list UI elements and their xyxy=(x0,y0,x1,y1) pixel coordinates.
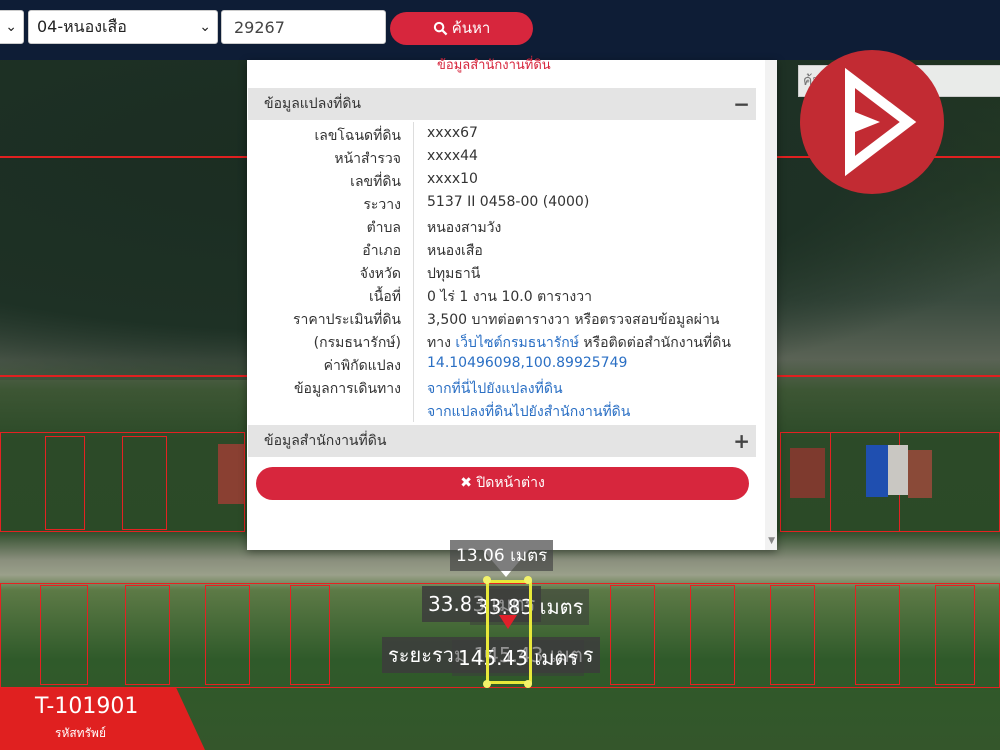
info-row: เลขที่ดิน xxxx10 xyxy=(247,171,757,194)
land-info-popup: ข้อมูลสำนักงานที่ดิน ▼ ข้อมูลแปลงที่ดิน … xyxy=(247,58,777,550)
building-roof xyxy=(888,445,908,495)
row-label: ข้อมูลการเดินทาง xyxy=(293,381,401,397)
brand-logo-icon xyxy=(800,50,944,194)
info-row: ข้อมูลการเดินทาง จากที่นี่ไปยังแปลงที่ดิน xyxy=(247,378,757,401)
row-value: หนองเสือ xyxy=(427,243,483,259)
row-label: เลขโฉนดที่ดิน xyxy=(314,128,401,144)
row-value: ทาง เว็บไซต์กรมธนารักษ์ หรือติดต่อสำนักง… xyxy=(427,332,731,354)
land-parcel xyxy=(690,585,735,685)
search-button[interactable]: ค้นหา xyxy=(390,12,533,45)
info-row: จังหวัด ปทุมธานี xyxy=(247,263,757,286)
info-row: ระวาง 5137 II 0458-00 (4000) xyxy=(247,194,757,217)
land-parcel xyxy=(40,585,88,685)
search-icon xyxy=(433,21,448,36)
building-roof xyxy=(908,450,932,498)
row-value: ปทุมธานี xyxy=(427,266,481,282)
subdistrict-select-value: 04-หนองเสือ xyxy=(37,17,127,36)
row-value: หนองสามวัง xyxy=(427,220,502,236)
subdistrict-select[interactable]: 04-หนองเสือ ⌄ xyxy=(28,10,218,44)
popup-top-partial-text: ข้อมูลสำนักงานที่ดิน xyxy=(437,58,551,73)
search-button-label: ค้นหา xyxy=(451,19,491,37)
measurement-label: 13.06 เมตร xyxy=(450,540,554,571)
parcel-vertex xyxy=(524,576,532,584)
plus-icon[interactable]: + xyxy=(733,425,750,457)
row-value-text: ทาง xyxy=(427,335,456,351)
info-row: (กรมธนารักษ์) ทาง เว็บไซต์กรมธนารักษ์ หรื… xyxy=(247,332,757,355)
deed-number-input[interactable] xyxy=(221,10,386,44)
parcel-vertex xyxy=(483,576,491,584)
info-row: ค่าพิกัดแปลง 14.10496098,100.89925749 xyxy=(247,355,757,378)
row-label: ตำบล xyxy=(366,220,401,236)
row-label: เนื้อที่ xyxy=(369,289,401,305)
info-row: เลขโฉนดที่ดิน xxxx67 xyxy=(247,125,757,148)
office-section-title: ข้อมูลสำนักงานที่ดิน xyxy=(264,433,387,449)
row-value: 0 ไร่ 1 งาน 10.0 ตารางวา xyxy=(427,289,592,305)
chevron-down-icon: ⌄ xyxy=(199,19,211,35)
land-parcel xyxy=(610,585,655,685)
building-roof xyxy=(866,445,888,497)
land-parcel xyxy=(205,585,250,685)
row-label: ระวาง xyxy=(363,197,401,213)
scroll-down-icon[interactable]: ▼ xyxy=(768,536,775,546)
building-roof xyxy=(218,444,244,504)
close-window-label: ปิดหน้าต่าง xyxy=(476,475,545,491)
parcel-vertex xyxy=(524,680,532,688)
row-label: เลขที่ดิน xyxy=(350,174,401,190)
row-value: 3,500 บาทต่อตารางวา หรือตรวจสอบข้อมูลผ่า… xyxy=(427,312,720,328)
treasury-website-link[interactable]: เว็บไซต์กรมธนารักษ์ xyxy=(455,335,579,351)
selected-parcel-outline[interactable] xyxy=(486,580,532,684)
row-value: xxxx67 xyxy=(427,125,478,141)
property-code: T-101901 xyxy=(35,694,139,719)
info-row: ราคาประเมินที่ดิน 3,500 บาทต่อตารางวา หรื… xyxy=(247,309,757,332)
directions-to-office-link[interactable]: จากแปลงที่ดินไปยังสำนักงานที่ดิน xyxy=(427,401,630,423)
info-row: อำเภอ หนองเสือ xyxy=(247,240,757,263)
land-section-title: ข้อมูลแปลงที่ดิน xyxy=(264,96,362,112)
land-parcel xyxy=(290,585,330,685)
info-row: หน้าสำรวจ xxxx44 xyxy=(247,148,757,171)
parcel-vertex xyxy=(483,680,491,688)
land-parcel xyxy=(125,585,170,685)
district-select[interactable]: ⌄ xyxy=(0,10,24,44)
chevron-down-icon: ⌄ xyxy=(5,19,17,35)
land-section-header[interactable]: ข้อมูลแปลงที่ดิน − xyxy=(248,88,756,120)
row-value: 5137 II 0458-00 (4000) xyxy=(427,194,590,210)
row-label: อำเภอ xyxy=(362,243,401,259)
row-value: xxxx10 xyxy=(427,171,478,187)
close-window-button[interactable]: ✖ ปิดหน้าต่าง xyxy=(256,467,749,500)
location-pin-icon[interactable] xyxy=(499,615,517,629)
close-x-icon: ✖ xyxy=(460,475,472,491)
land-parcel xyxy=(770,585,815,685)
row-value-text: หรือติดต่อสำนักงานที่ดิน xyxy=(578,335,731,351)
row-label: ค่าพิกัดแปลง xyxy=(323,358,401,374)
popup-scrollbar[interactable]: ▼ xyxy=(765,60,777,550)
land-parcel xyxy=(855,585,900,685)
building-roof xyxy=(790,448,825,498)
info-row: จากแปลงที่ดินไปยังสำนักงานที่ดิน xyxy=(247,401,757,424)
land-parcel xyxy=(45,436,85,530)
property-code-label: รหัสทรัพย์ xyxy=(55,726,106,740)
row-label: จังหวัด xyxy=(359,266,401,282)
land-parcel xyxy=(935,585,975,685)
office-section-header[interactable]: ข้อมูลสำนักงานที่ดิน + xyxy=(248,425,756,457)
land-parcel xyxy=(122,436,167,530)
row-label: ราคาประเมินที่ดิน xyxy=(292,312,401,328)
minus-icon[interactable]: − xyxy=(733,88,750,120)
info-row: ตำบล หนองสามวัง xyxy=(247,217,757,240)
row-label: (กรมธนารักษ์) xyxy=(313,335,401,351)
row-label: หน้าสำรวจ xyxy=(334,151,401,167)
row-value: xxxx44 xyxy=(427,148,478,164)
coordinates-link[interactable]: 14.10496098,100.89925749 xyxy=(427,355,627,371)
info-row: เนื้อที่ 0 ไร่ 1 งาน 10.0 ตารางวา xyxy=(247,286,757,309)
directions-to-parcel-link[interactable]: จากที่นี่ไปยังแปลงที่ดิน xyxy=(427,378,563,400)
